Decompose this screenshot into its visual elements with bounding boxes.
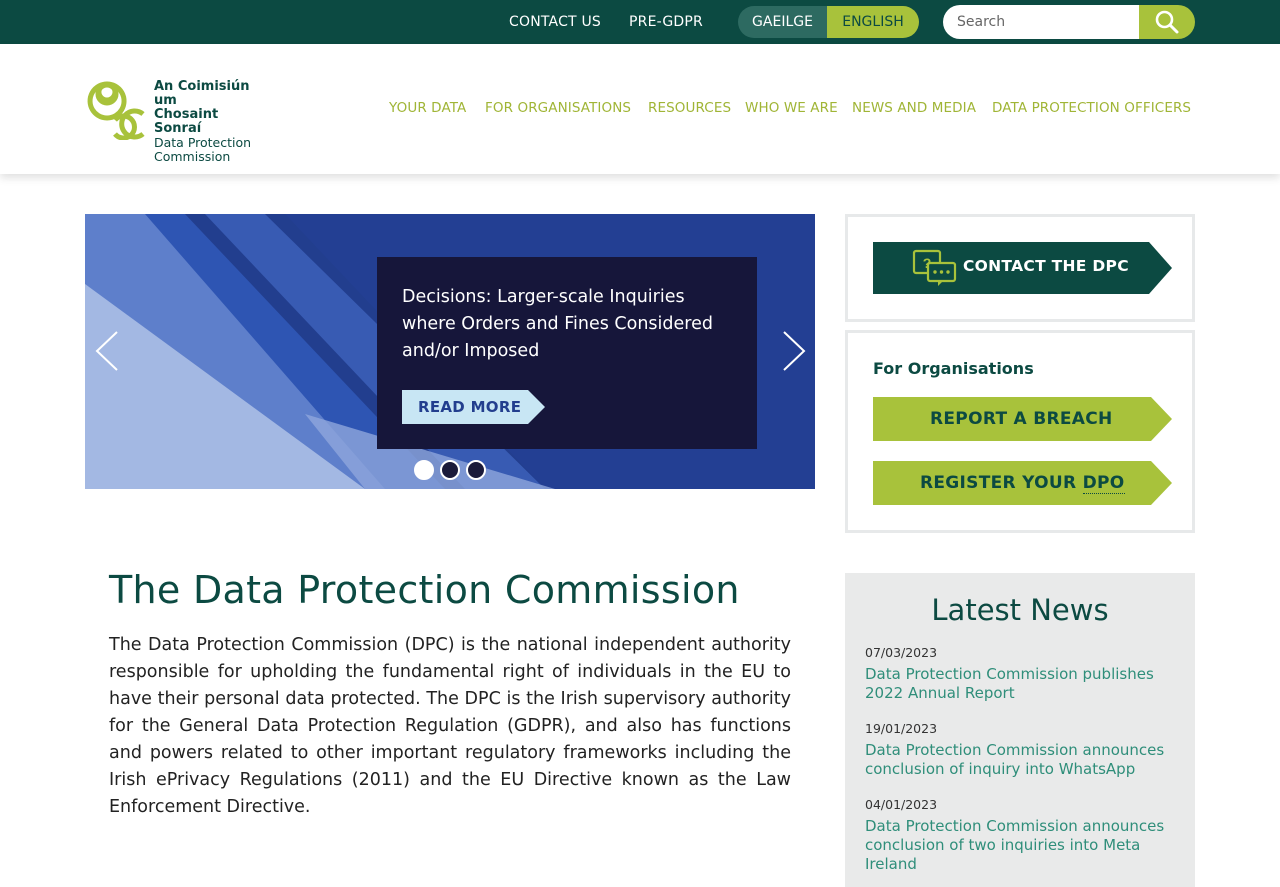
dpo-abbreviation: DPO	[1082, 473, 1125, 494]
search-input[interactable]	[943, 5, 1139, 39]
language-switch: GAEILGE ENGLISH	[738, 6, 919, 38]
nav-resources[interactable]: RESOURCES	[648, 100, 731, 116]
for-organisations-heading: For Organisations	[873, 359, 1034, 378]
nav-data-protection-officers[interactable]: DATA PROTECTION OFFICERS	[992, 100, 1191, 116]
search-bar	[943, 5, 1195, 39]
nav-for-organisations[interactable]: FOR ORGANISATIONS	[485, 100, 631, 116]
intro-paragraph: The Data Protection Commission (DPC) is …	[109, 635, 791, 817]
language-gaeilge-button[interactable]: GAEILGE	[738, 6, 827, 38]
chat-bubble-icon: ?	[912, 249, 957, 286]
contact-dpc-label: CONTACT THE DPC	[963, 257, 1129, 275]
contact-us-link[interactable]: CONTACT US	[509, 14, 601, 30]
news-date: 19/01/2023	[865, 721, 938, 736]
search-button[interactable]	[1139, 5, 1195, 39]
nav-your-data[interactable]: YOUR DATA	[389, 100, 466, 116]
report-breach-label: REPORT A BREACH	[930, 409, 1113, 429]
logo-mark-icon	[87, 81, 145, 140]
carousel-dot-2[interactable]	[440, 460, 460, 480]
logo-line-irish-2: Chosaint Sonraí	[154, 107, 219, 136]
logo-line-irish-1: An Coimisiún um	[154, 79, 250, 108]
logo-text: An Coimisiún um Chosaint Sonraí Data Pro…	[154, 80, 267, 164]
logo-line-english-2: Commission	[154, 149, 231, 164]
search-icon	[1155, 10, 1179, 34]
news-item-link[interactable]: Data Protection Commission publishes 202…	[865, 665, 1175, 703]
carousel-prev-arrow[interactable]	[93, 330, 123, 372]
news-date: 04/01/2023	[865, 797, 938, 812]
page-title: The Data Protection Commission	[109, 568, 740, 612]
read-more-label: READ MORE	[418, 398, 522, 416]
nav-news-and-media[interactable]: NEWS AND MEDIA	[852, 100, 976, 116]
latest-news-panel: Latest News 07/03/2023 Data Protection C…	[845, 573, 1195, 887]
register-dpo-label: REGISTER YOUR DPO	[920, 473, 1125, 494]
carousel-next-arrow[interactable]	[778, 330, 808, 372]
carousel-dot-3[interactable]	[466, 460, 486, 480]
carousel-dot-1[interactable]	[414, 460, 434, 480]
site-header: An Coimisiún um Chosaint Sonraí Data Pro…	[0, 44, 1280, 174]
nav-who-we-are[interactable]: WHO WE ARE	[745, 100, 838, 116]
logo-line-english-1: Data Protection	[154, 135, 252, 150]
news-item-link[interactable]: Data Protection Commission announces con…	[865, 741, 1175, 779]
carousel-caption-title: Decisions: Larger-scale Inquiries where …	[402, 287, 713, 361]
pre-gdpr-link[interactable]: PRE-GDPR	[629, 14, 703, 30]
dpc-logo[interactable]: An Coimisiún um Chosaint Sonraí Data Pro…	[85, 80, 267, 164]
register-your-text: REGISTER YOUR	[920, 473, 1077, 493]
news-item-link[interactable]: Data Protection Commission announces con…	[865, 817, 1175, 874]
language-english-button[interactable]: ENGLISH	[827, 6, 919, 38]
latest-news-heading: Latest News	[931, 593, 1109, 627]
news-date: 07/03/2023	[865, 645, 938, 660]
top-bar: CONTACT US PRE-GDPR GAEILGE ENGLISH	[0, 0, 1280, 44]
